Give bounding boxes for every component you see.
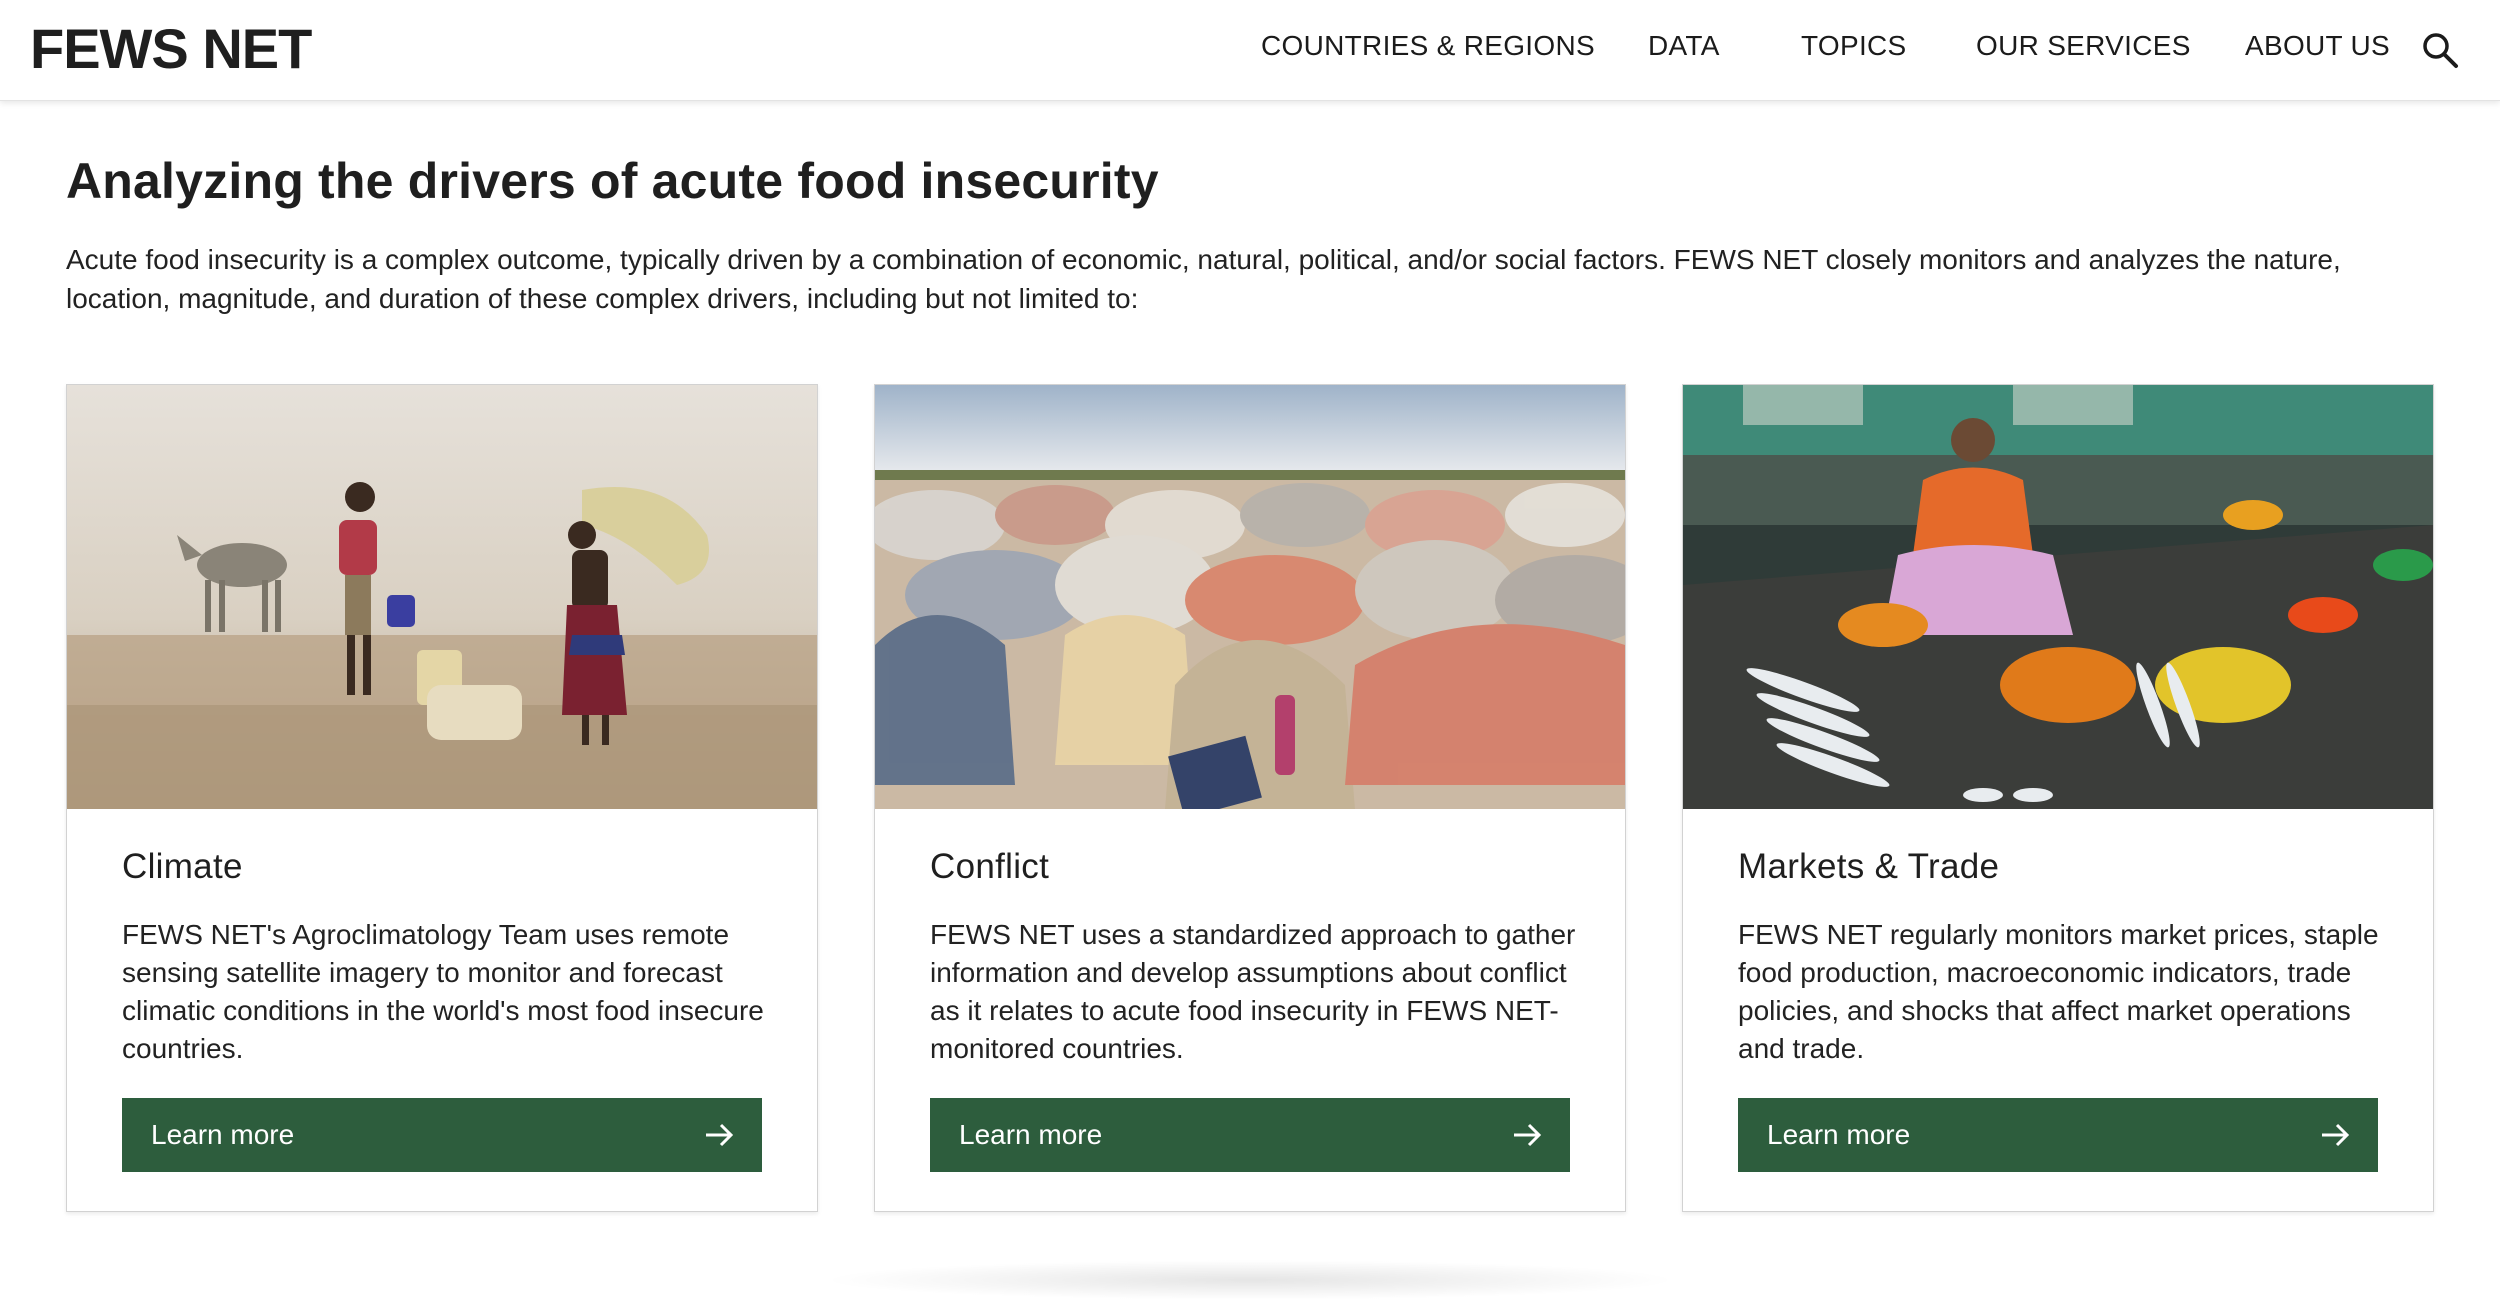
climate-photo [67,385,817,809]
nav-data[interactable]: DATA [1648,30,1720,62]
card-title: Climate [122,847,243,886]
nav-countries-regions[interactable]: COUNTRIES & REGIONS [1261,30,1595,62]
intro-paragraph: Acute food insecurity is a complex outco… [66,244,2341,314]
button-label: Learn more [1767,1119,1911,1150]
learn-more-climate-button[interactable]: Learn more [122,1098,762,1172]
site-logo[interactable]: FEWS NET [30,16,312,81]
learn-more-conflict-button[interactable]: Learn more [930,1098,1570,1172]
card-climate: Climate FEWS NET's Agroclimatology Team … [66,384,818,1212]
card-markets-trade: Markets & Trade FEWS NET regularly monit… [1682,384,2434,1212]
conflict-photo [875,385,1625,809]
arrow-right-icon [1514,1123,1542,1147]
card-description: FEWS NET regularly monitors market price… [1738,919,2379,1064]
card-description: FEWS NET's Agroclimatology Team uses rem… [122,919,764,1064]
card-conflict: Conflict FEWS NET uses a standardized ap… [874,384,1626,1212]
nav-topics[interactable]: TOPICS [1801,30,1907,62]
site-header: FEWS NET COUNTRIES & REGIONS DATA TOPICS… [0,0,2500,101]
page-title: Analyzing the drivers of acute food inse… [66,153,1159,209]
learn-more-markets-trade-button[interactable]: Learn more [1738,1098,2378,1172]
arrow-right-icon [706,1123,734,1147]
card-title: Markets & Trade [1738,847,2000,886]
button-label: Learn more [959,1119,1103,1150]
card-title: Conflict [930,847,1050,886]
search-icon[interactable] [2420,30,2460,70]
button-label: Learn more [151,1119,295,1150]
nav-about-us[interactable]: ABOUT US [2245,30,2390,62]
card-description: FEWS NET uses a standardized approach to… [930,919,1576,1064]
arrow-right-icon [2322,1123,2350,1147]
markets-photo [1683,385,2433,809]
bottom-shadow [820,1260,1680,1300]
nav-our-services[interactable]: OUR SERVICES [1976,30,2191,62]
